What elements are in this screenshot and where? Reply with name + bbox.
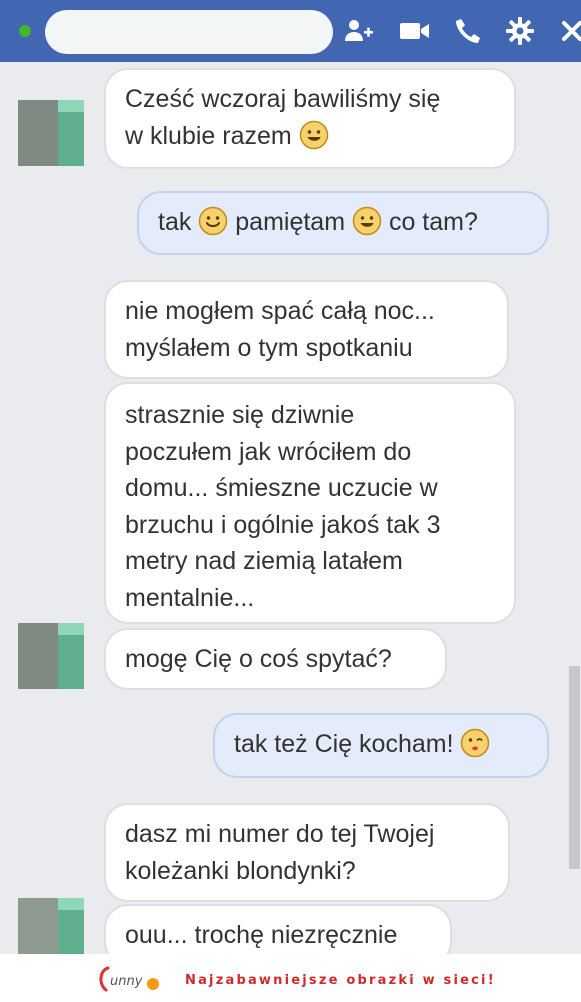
- message-incoming: mogę Cię o coś spytać?: [104, 628, 447, 690]
- avatar[interactable]: [18, 623, 84, 689]
- online-status-dot: [19, 25, 31, 37]
- svg-text:unny: unny: [110, 974, 143, 989]
- add-friend-icon[interactable]: [342, 14, 376, 48]
- watermark-footer: unny Najzabawniejsze obrazki w sieci!: [0, 954, 581, 1002]
- message-incoming: Cześć wczoraj bawiliśmy się w klubie raz…: [104, 68, 516, 169]
- message-outgoing: tak pamiętam co tam?: [137, 191, 549, 255]
- video-call-icon[interactable]: [398, 14, 432, 48]
- avatar[interactable]: [18, 100, 84, 166]
- message-outgoing: tak też Cię kocham!: [213, 713, 549, 778]
- message-incoming: strasznie się dziwnie poczułem jak wróci…: [104, 382, 516, 624]
- smile-emoji-icon: [299, 120, 328, 150]
- avatar[interactable]: [18, 898, 84, 954]
- phone-icon[interactable]: [451, 14, 485, 48]
- kiss-emoji-icon: [461, 728, 490, 758]
- gear-icon[interactable]: [503, 14, 537, 48]
- funny-logo-icon: unny: [99, 966, 159, 992]
- smile-emoji-icon: [199, 206, 228, 236]
- grin-emoji-icon: [352, 206, 382, 236]
- message-incoming: dasz mi numer do tej Twojej koleżanki bl…: [104, 803, 510, 902]
- close-icon[interactable]: [555, 14, 581, 48]
- scrollbar[interactable]: [569, 666, 580, 869]
- message-thread[interactable]: Cześć wczoraj bawiliśmy się w klubie raz…: [0, 62, 581, 954]
- contact-name-redacted[interactable]: [45, 10, 333, 54]
- tagline: Najzabawniejsze obrazki w sieci!: [185, 973, 496, 988]
- chat-header: [0, 0, 581, 62]
- message-incoming: nie mogłem spać całą noc... myślałem o t…: [104, 280, 509, 379]
- message-incoming: ouu... trochę niezręcznie: [104, 904, 452, 954]
